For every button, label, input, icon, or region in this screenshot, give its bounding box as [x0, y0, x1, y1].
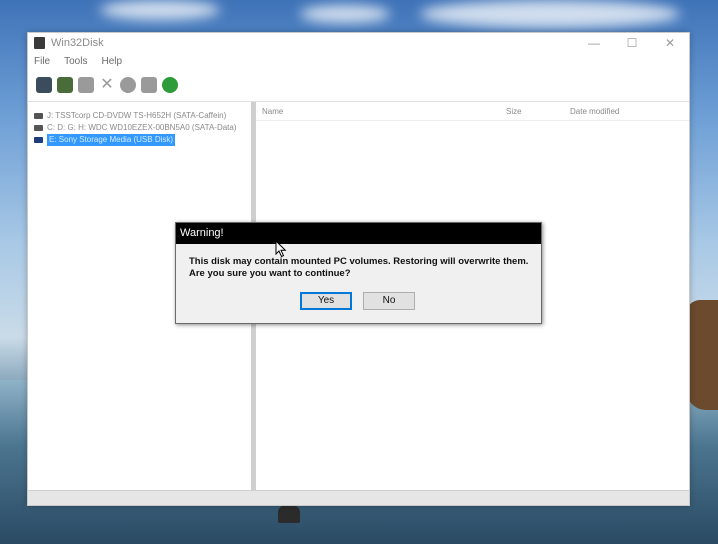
cloud [300, 5, 390, 23]
info-icon[interactable] [120, 77, 136, 93]
drive-icon [34, 113, 43, 119]
open-folder-icon[interactable] [141, 77, 157, 93]
minimize-button[interactable]: — [575, 36, 613, 50]
dialog-message: This disk may contain mounted PC volumes… [176, 244, 541, 280]
bird-silhouette [278, 505, 300, 523]
tree-item-label: J: TSSTcorp CD-DVDW TS-H652H (SATA-Caffe… [47, 111, 227, 120]
delete-icon[interactable]: ✕ [99, 77, 115, 93]
column-name[interactable]: Name [262, 107, 506, 116]
window-title: Win32Disk [51, 37, 104, 49]
menu-tools[interactable]: Tools [64, 56, 87, 67]
menu-help[interactable]: Help [101, 56, 122, 67]
yes-button[interactable]: Yes [300, 292, 352, 310]
column-headers: Name Size Date modified [256, 102, 689, 121]
cloud [100, 0, 220, 20]
mouse-cursor-icon [275, 239, 287, 258]
dialog-message-line2: Are you sure you want to continue? [189, 268, 351, 279]
no-button[interactable]: No [363, 292, 415, 310]
tree-item-usb-disk[interactable]: E: Sony Storage Media (USB Disk) [28, 134, 251, 146]
status-bar [28, 490, 689, 505]
maximize-button[interactable]: ☐ [613, 36, 651, 50]
rock-arch [686, 300, 718, 410]
app-icon [34, 37, 45, 49]
read-disk-icon[interactable] [36, 77, 52, 93]
tree-item-dvd-drive[interactable]: J: TSSTcorp CD-DVDW TS-H652H (SATA-Caffe… [28, 110, 251, 122]
warning-dialog: Warning! This disk may contain mounted P… [175, 222, 542, 324]
menu-bar: File Tools Help [28, 53, 689, 69]
tree-item-label: C: D: G: H: WDC WD10EZEX-00BN5A0 (SATA-D… [47, 123, 237, 132]
dialog-message-line1: This disk may contain mounted PC volumes… [189, 256, 529, 267]
help-icon[interactable] [162, 77, 178, 93]
close-button[interactable]: ✕ [651, 36, 689, 50]
tree-item-hard-disk[interactable]: C: D: G: H: WDC WD10EZEX-00BN5A0 (SATA-D… [28, 122, 251, 134]
usb-drive-icon [34, 137, 43, 143]
cloud [420, 0, 680, 28]
dialog-buttons: Yes No [176, 292, 541, 310]
column-date[interactable]: Date modified [570, 107, 619, 116]
dialog-title: Warning! [176, 223, 541, 244]
menu-file[interactable]: File [34, 56, 50, 67]
tree-item-label: E: Sony Storage Media (USB Disk) [47, 134, 176, 146]
title-bar: Win32Disk — ☐ ✕ [28, 33, 689, 53]
drive-icon [34, 125, 43, 131]
toolbar: ✕ [28, 69, 689, 102]
write-disk-icon[interactable] [57, 77, 73, 93]
folder-icon[interactable] [78, 77, 94, 93]
column-size[interactable]: Size [506, 107, 570, 116]
